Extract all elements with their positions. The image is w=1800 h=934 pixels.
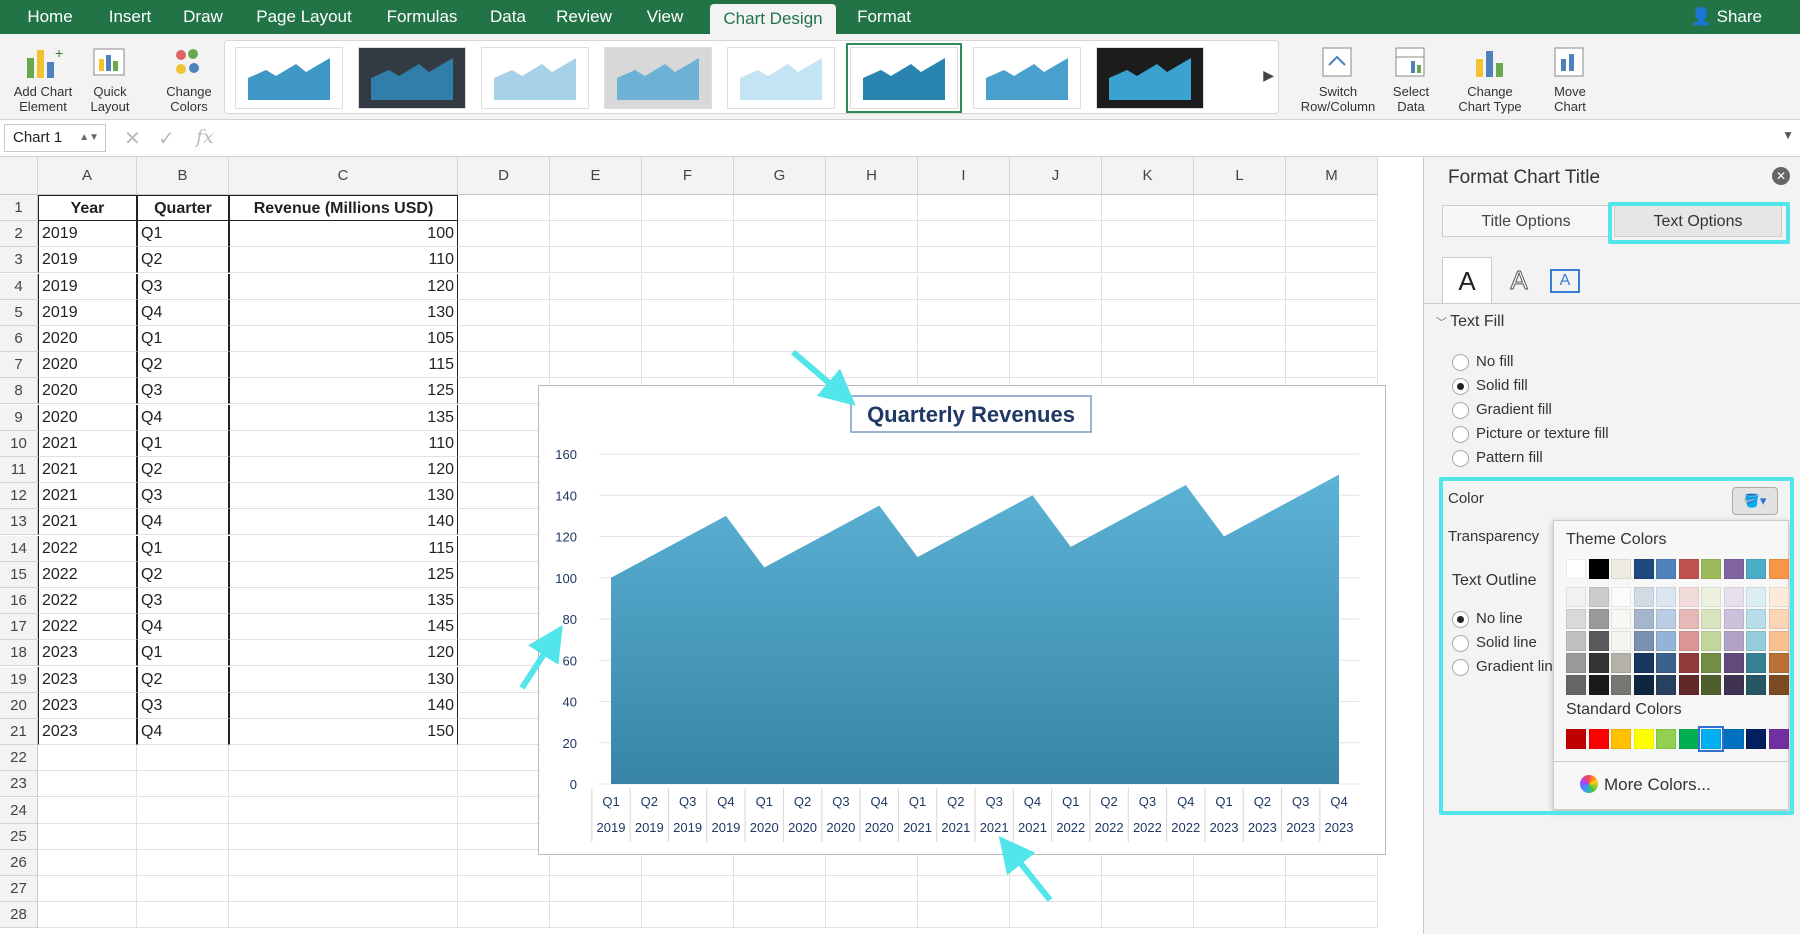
annotation-arrows [519,349,1053,902]
arrow-to-horizontal-axis [998,835,1053,902]
arrow-to-title [791,349,856,406]
arrow-to-vertical-axis [519,624,563,690]
